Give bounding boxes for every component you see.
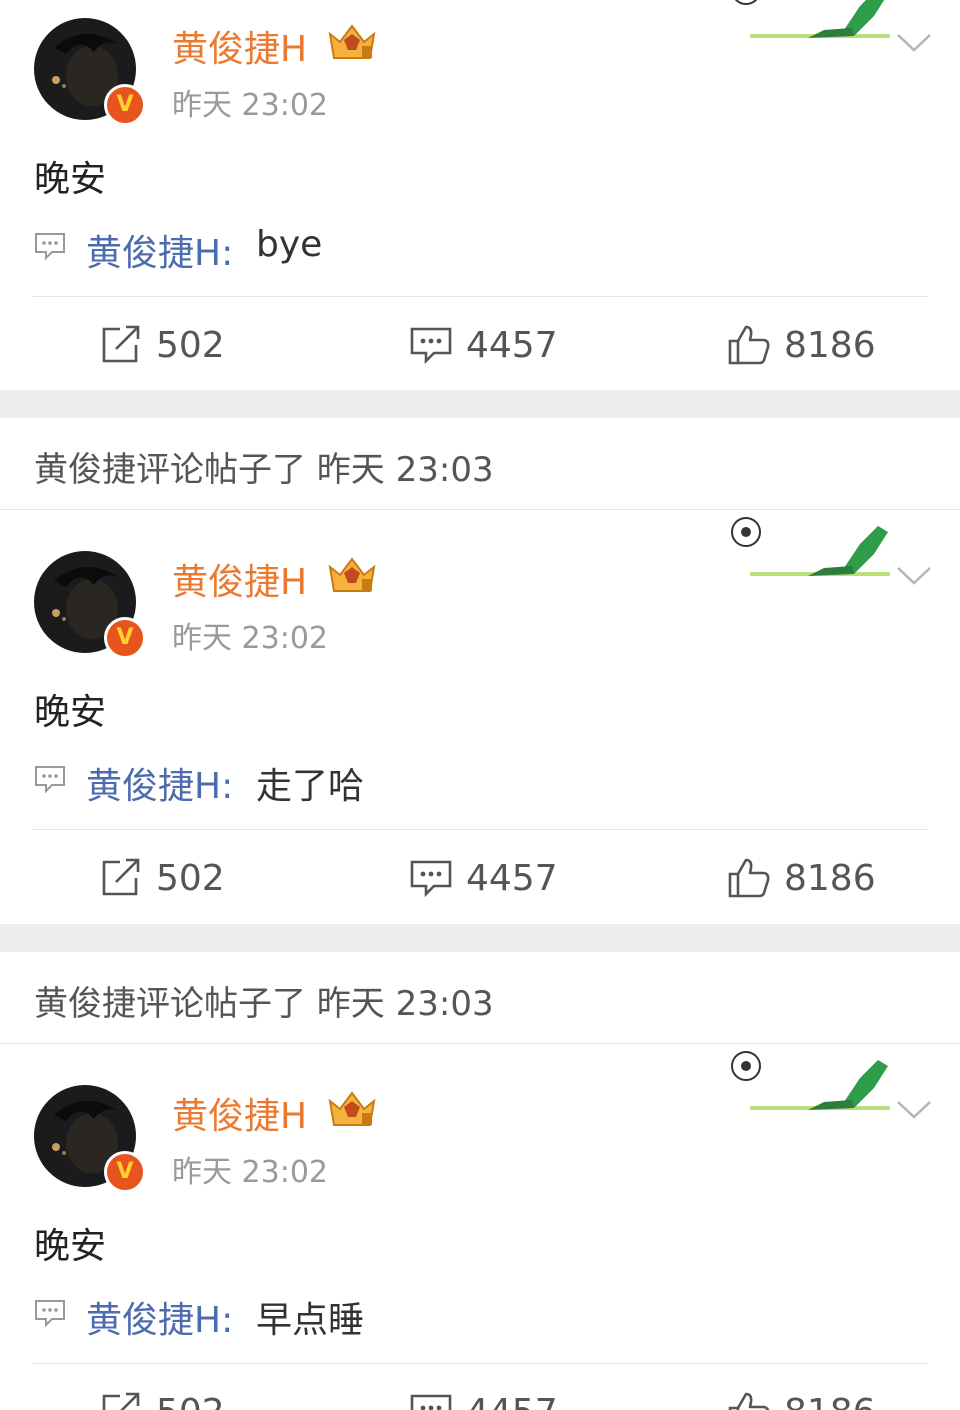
like-button[interactable]: 8186	[728, 856, 876, 900]
divider	[32, 296, 928, 297]
share-count: 502	[156, 1392, 225, 1410]
thumbs-up-icon	[728, 1392, 770, 1410]
post-card: V 黄俊捷H 昨天 23:02 晚安 黄俊捷H: bye 502 4457 81…	[0, 0, 960, 390]
avatar[interactable]: V	[34, 18, 146, 126]
crown-vip-icon	[328, 24, 376, 59]
crown-vip-icon	[328, 1091, 376, 1126]
feed-separator	[0, 924, 960, 952]
feed-separator	[0, 390, 960, 418]
comment-icon	[410, 1394, 452, 1410]
crown-vip-icon	[328, 557, 376, 592]
post-card: V 黄俊捷H 昨天 23:02 晚安 黄俊捷H: 走了哈 502 4457 81…	[0, 510, 960, 900]
share-button[interactable]: 502	[100, 1390, 225, 1410]
chevron-down-icon[interactable]	[896, 565, 932, 587]
avatar[interactable]: V	[34, 1085, 146, 1193]
like-count: 8186	[784, 857, 876, 899]
activity-text: 黄俊捷评论帖子了 昨天 23:03	[34, 450, 494, 490]
divider	[32, 829, 928, 830]
comment-bubble-icon	[35, 766, 65, 793]
post-card: V 黄俊捷H 昨天 23:02 晚安 黄俊捷H: 早点睡	[0, 1044, 960, 1410]
share-button[interactable]: 502	[100, 323, 225, 367]
comment-count: 4457	[466, 1392, 558, 1410]
post-timestamp: 昨天 23:02	[172, 621, 328, 656]
comment-author[interactable]: 黄俊捷H:	[86, 757, 233, 809]
avatar[interactable]: V	[34, 551, 146, 659]
share-icon	[102, 1392, 140, 1410]
comment-text: bye	[256, 224, 323, 265]
soccer-kick-icon	[734, 0, 890, 38]
post-text: 晚安	[34, 1226, 107, 1267]
divider	[32, 1363, 928, 1364]
chevron-down-icon[interactable]	[896, 32, 932, 54]
comment-icon	[410, 327, 452, 365]
verified-v-icon: V	[104, 617, 146, 659]
activity-header: 黄俊捷评论帖子了 昨天 23:03	[0, 952, 960, 1044]
comment-count: 4457	[466, 857, 558, 899]
share-button[interactable]: 502	[100, 856, 225, 900]
post-text: 晚安	[34, 159, 107, 200]
soccer-kick-icon	[731, 517, 890, 576]
chevron-down-icon[interactable]	[896, 1099, 932, 1121]
like-count: 8186	[784, 324, 876, 366]
post-text: 晚安	[34, 692, 107, 733]
activity-text: 黄俊捷评论帖子了 昨天 23:03	[34, 984, 494, 1024]
activity-header: 黄俊捷评论帖子了 昨天 23:03	[0, 418, 960, 510]
like-button[interactable]: 8186	[728, 1390, 876, 1410]
post-timestamp: 昨天 23:02	[172, 88, 328, 123]
comment-icon	[410, 860, 452, 898]
like-button[interactable]: 8186	[728, 323, 876, 367]
thumbs-up-icon	[728, 858, 770, 898]
comment-count: 4457	[466, 324, 558, 366]
like-count: 8186	[784, 1392, 876, 1410]
comment-button[interactable]: 4457	[410, 856, 558, 900]
username[interactable]: 黄俊捷H	[172, 20, 307, 72]
share-icon	[102, 858, 140, 896]
share-count: 502	[156, 857, 225, 899]
post-timestamp: 昨天 23:02	[172, 1155, 328, 1190]
verified-v-icon: V	[104, 84, 146, 126]
share-icon	[102, 325, 140, 363]
comment-text: 早点睡	[256, 1300, 365, 1341]
username[interactable]: 黄俊捷H	[172, 553, 307, 605]
comment-author[interactable]: 黄俊捷H:	[86, 224, 233, 276]
soccer-kick-icon	[731, 1051, 890, 1110]
comment-button[interactable]: 4457	[410, 1390, 558, 1410]
comment-bubble-icon	[35, 1300, 65, 1327]
share-count: 502	[156, 324, 225, 366]
comment-bubble-icon	[35, 233, 65, 260]
comment-author[interactable]: 黄俊捷H:	[86, 1291, 233, 1343]
verified-v-icon: V	[104, 1151, 146, 1193]
comment-text: 走了哈	[256, 766, 365, 807]
username[interactable]: 黄俊捷H	[172, 1087, 307, 1139]
comment-button[interactable]: 4457	[410, 323, 558, 367]
thumbs-up-icon	[728, 325, 770, 365]
